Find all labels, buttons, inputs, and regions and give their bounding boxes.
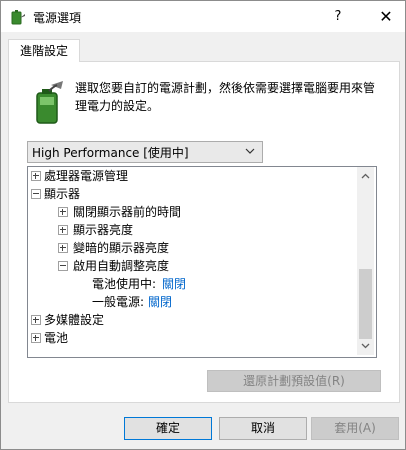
tree-item-label: 顯示器 [44,187,81,201]
scrollbar-thumb[interactable] [359,269,372,339]
tree-item-label: 多媒體設定 [44,313,105,327]
plugged-in-value[interactable]: 關閉 [148,293,172,311]
tree-scrollbar[interactable] [357,167,374,355]
power-plan-dropdown[interactable]: High Performance [使用中] [27,141,263,163]
expand-icon[interactable] [31,333,41,343]
ok-button[interactable]: 確定 [124,417,212,440]
battery-plug-icon [36,81,63,124]
description-text: 選取您要自訂的電源計劃，然後依需要選擇電腦要用來管理電力的設定。 [75,81,376,113]
on-battery-value[interactable]: 關閉 [162,275,186,293]
expand-icon[interactable] [31,315,41,325]
tree-item-label: 變暗的顯示器亮度 [73,241,170,255]
tree-item-label: 處理器電源管理 [44,169,129,183]
expand-icon[interactable] [58,225,68,235]
cancel-button[interactable]: 取消 [219,417,307,440]
power-plan-icon [11,10,25,25]
selected-plan: High Performance [使用中] [32,146,189,160]
collapse-icon[interactable] [58,261,68,271]
expand-icon[interactable] [58,243,68,253]
scroll-up-icon[interactable] [360,171,371,182]
tree-item-label: 啟用自動調整亮度 [73,259,170,273]
close-button[interactable]: ✕ [367,1,405,32]
tab-advanced-settings[interactable]: 進階設定 [8,39,80,62]
collapse-icon[interactable] [31,189,41,199]
tree-item-label: 電池 [44,331,69,345]
power-options-dialog: 電源選項 ? ✕ 進階設定 選取您要自訂的電源計劃，然後依需要選擇電腦要用來管理… [0,0,406,450]
help-button[interactable]: ? [321,1,355,32]
tree-item-label: 關閉顯示器前的時間 [73,205,182,219]
on-battery-label: 電池使用中: [92,277,157,291]
restore-defaults-button[interactable]: 還原計劃預設值(R) [207,370,381,392]
expand-icon[interactable] [58,207,68,217]
plugged-in-label: 一般電源: [92,295,145,309]
apply-button[interactable]: 套用(A) [311,417,399,440]
scroll-down-icon[interactable] [360,340,371,351]
title-bar: 電源選項 ? ✕ [1,1,405,32]
chevron-down-icon [245,148,255,154]
settings-tree[interactable]: 處理器電源管理 顯示器 關閉顯示器前的時間 顯示器亮度 變暗的顯示器亮度 啟用自… [27,166,377,358]
tree-item-label: 顯示器亮度 [73,223,134,237]
window-title: 電源選項 [33,11,82,25]
expand-icon[interactable] [31,171,41,181]
